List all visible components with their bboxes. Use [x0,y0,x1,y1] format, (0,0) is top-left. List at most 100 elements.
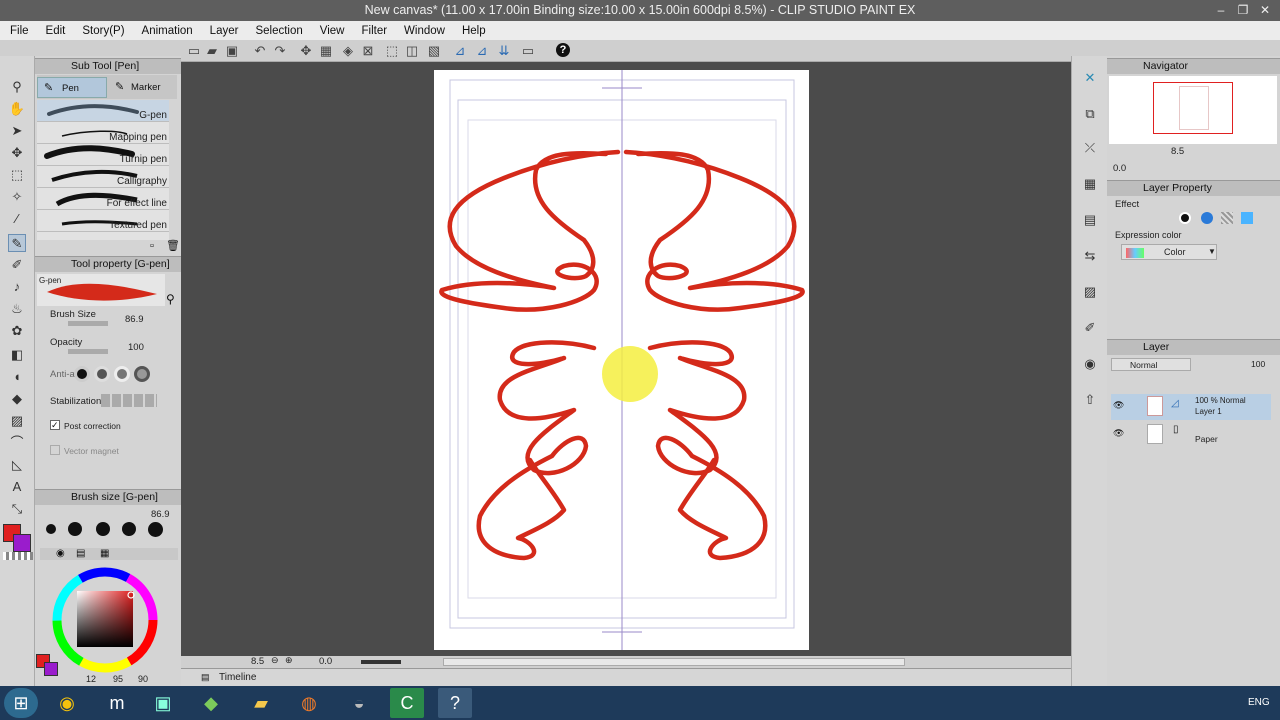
rotation-slider[interactable] [361,660,401,664]
tab-pen[interactable]: ✎ Pen [37,77,107,98]
clear-icon[interactable]: ✥ [298,43,314,58]
text-tool-icon[interactable]: A [8,478,26,496]
blend-mode-select[interactable]: Normal [1111,358,1191,371]
fill-icon[interactable]: ◈ [340,43,356,58]
material-icon[interactable]: ⤫ [1080,138,1100,158]
layer-search-icon[interactable]: ⧉ [1080,104,1100,124]
operation-tool-icon[interactable]: ➤ [8,122,26,140]
mu-app-icon[interactable]: m [100,688,134,718]
help-icon[interactable]: ? [556,43,570,57]
navigator-rotation[interactable]: 0.0 [1113,163,1126,174]
eye-icon[interactable]: 👁 [1113,400,1124,411]
horizontal-scrollbar[interactable] [443,658,905,666]
fill-tool-icon[interactable]: ◆ [8,390,26,408]
eyedropper-icon[interactable]: ⁄ [8,210,26,228]
start-button[interactable]: ⊞ [4,688,38,718]
firefox-icon[interactable]: ◍ [292,688,326,718]
brush-item-turnip-pen[interactable]: Turnip pen [37,144,169,166]
move-tool-icon[interactable]: ✋ [8,100,26,118]
brush-size-slider[interactable] [68,321,108,326]
pencil-tool-icon[interactable]: ✐ [8,256,26,274]
brush-material-icon[interactable]: ✐ [1080,318,1100,338]
delete-subtool-icon[interactable]: 🗑 [166,239,180,252]
menu-help[interactable]: Help [452,25,493,37]
antialias-none[interactable] [74,366,90,382]
snap-special-ruler-icon[interactable]: ⊿ [474,43,490,58]
navigator-preview[interactable] [1109,76,1277,144]
color-wheel[interactable] [50,565,160,675]
invert-selection-icon[interactable]: ◫ [404,43,420,58]
effect-border-icon[interactable] [1179,212,1191,224]
size-preset-5[interactable] [148,522,163,537]
brush-item-calligraphy[interactable]: Calligraphy [37,166,169,188]
antialias-strong[interactable] [134,366,150,382]
minimize-button[interactable]: – [1210,2,1232,18]
zoom-tool-icon[interactable]: ⚲ [8,78,26,96]
clear-outside-icon[interactable]: ▦ [318,43,334,58]
menu-file[interactable]: File [0,25,36,37]
sub-color-swatch[interactable] [13,534,31,552]
menu-animation[interactable]: Animation [132,25,200,37]
effect-color-icon[interactable] [1201,212,1213,224]
clip-studio-paint-icon[interactable]: ? [438,688,472,718]
transform-icon[interactable]: ⊠ [360,43,376,58]
android-studio-icon[interactable]: ◆ [194,688,228,718]
small-sub-color[interactable] [44,662,58,676]
brush-item-effect-line[interactable]: For effect line [37,188,169,210]
size-preset-4[interactable] [122,522,136,536]
settings-icon[interactable]: ▭ [520,43,536,58]
brush-tool-icon[interactable]: ♪ [8,278,26,296]
effect-layer-color-icon[interactable] [1241,212,1253,224]
menu-selection[interactable]: Selection [245,25,309,37]
menu-filter[interactable]: Filter [351,25,394,37]
new-subtool-icon[interactable]: ▫ [150,240,154,252]
tab-marker[interactable]: ✎ Marker [109,77,179,98]
zoom-in-icon[interactable]: ⊕ [285,655,293,666]
menu-view[interactable]: View [310,25,352,37]
pen-tool-icon[interactable]: ✎ [8,234,26,252]
canvas-rotation-readout[interactable]: 0.0 [319,656,332,667]
blend-tool-icon[interactable]: ◖ [8,368,26,386]
menu-edit[interactable]: Edit [36,25,73,37]
file-explorer-icon[interactable]: ▰ [244,688,278,718]
brush-item-textured-pen[interactable]: Textured pen [37,210,169,232]
zoom-out-icon[interactable]: ⊖ [271,655,279,666]
snap-grid-icon[interactable]: ⇊ [496,43,512,58]
layer-property-panel-icon[interactable]: ✕ [1080,68,1100,88]
chrome-icon[interactable]: ◉ [50,688,84,718]
language-indicator[interactable]: ENG [1248,697,1270,708]
eclipse-icon[interactable]: ◒ [342,688,376,718]
layer-row-paper[interactable]: 👁 ▯ Paper [1111,422,1271,448]
3d-material-icon[interactable]: ◉ [1080,354,1100,374]
canvas-zoom-readout[interactable]: 8.5 [251,656,264,667]
eraser-icon[interactable]: ◧ [8,346,26,364]
eye-icon-paper[interactable]: 👁 [1113,428,1124,439]
size-preset-1[interactable] [46,524,56,534]
sub-view-icon[interactable]: ▤ [1080,210,1100,230]
canvas-paper[interactable] [434,70,809,650]
layer-opacity-value[interactable]: 100 [1251,359,1265,369]
move-layer-icon[interactable]: ✥ [8,144,26,162]
correct-line-icon[interactable]: ⤡ [8,500,26,518]
transparent-color-swatch[interactable] [3,552,33,560]
menu-window[interactable]: Window [394,25,452,37]
selection-tool-icon[interactable]: ⬚ [8,166,26,184]
image-material-icon[interactable]: ▨ [1080,282,1100,302]
new-file-icon[interactable]: ▭ [186,43,202,58]
color-wheel-tab-icon[interactable]: ◉ [56,548,65,559]
close-button[interactable]: ✕ [1254,2,1276,18]
timeline-label[interactable]: Timeline [219,672,256,683]
clip-studio-icon[interactable]: C [390,688,424,718]
menu-story[interactable]: Story(P) [72,25,131,37]
open-file-icon[interactable]: ▰ [204,43,220,58]
save-icon[interactable]: ▣ [224,43,240,58]
tone-icon[interactable]: ▦ [1080,174,1100,194]
undo-icon[interactable]: ↶ [252,43,268,58]
vector-magnet-checkbox[interactable] [50,445,60,455]
airbrush-icon[interactable]: ♨ [8,300,26,318]
size-preset-3[interactable] [96,522,110,536]
control-panel-icon[interactable]: ▣ [146,688,180,718]
figure-tool-icon[interactable]: ⌒ [8,434,26,452]
color-slider-tab-icon[interactable]: ▤ [76,548,85,559]
stabilization-slider[interactable] [101,394,157,407]
